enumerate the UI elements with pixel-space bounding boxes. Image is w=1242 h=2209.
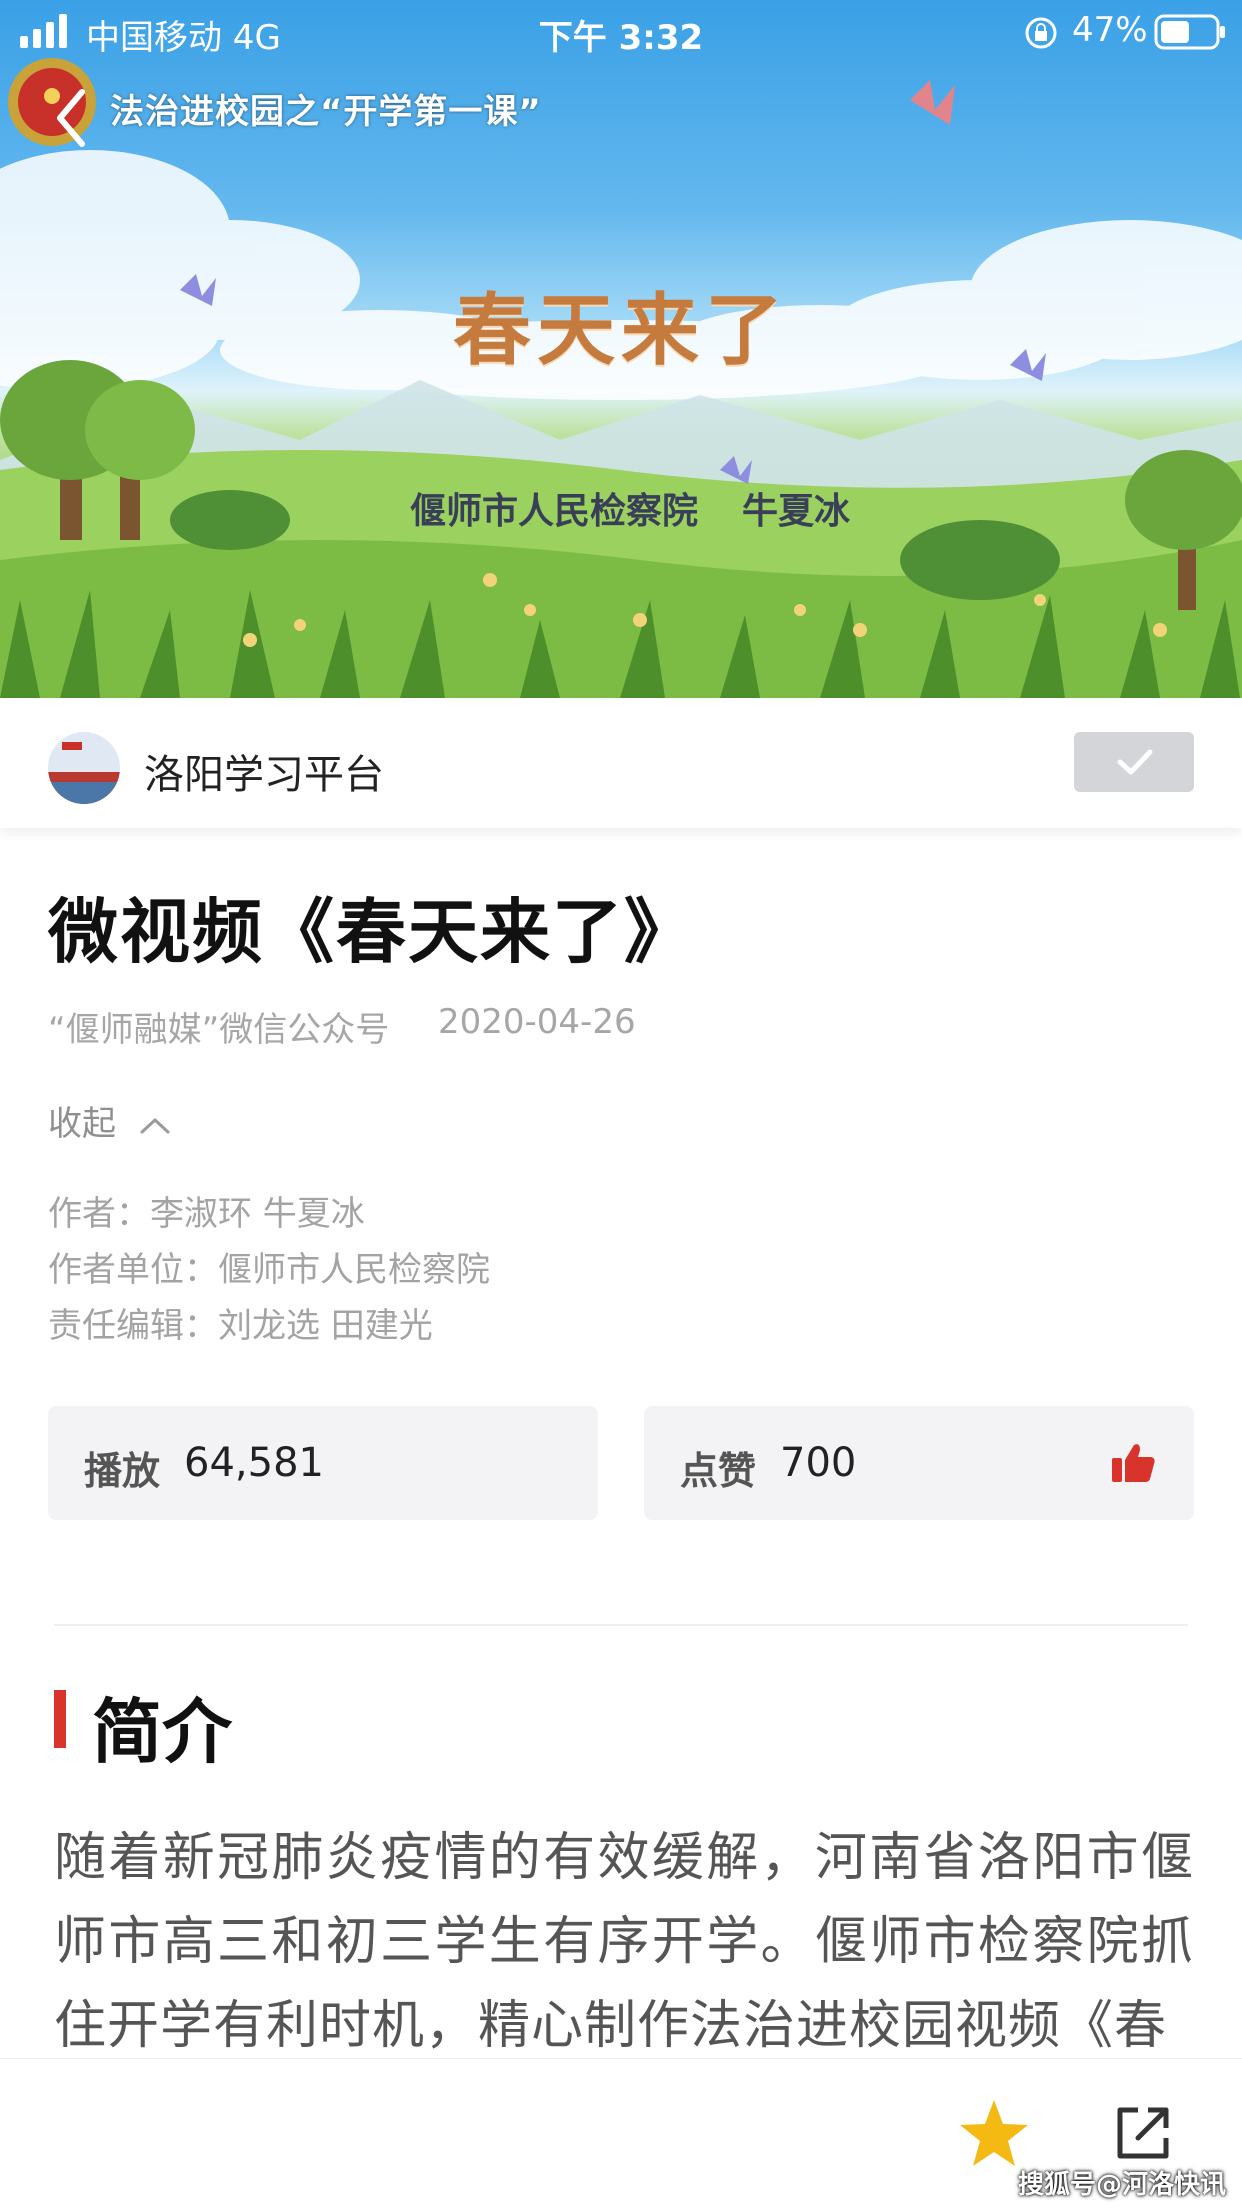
watermark: 搜狐号@河洛快讯 xyxy=(1018,2170,1227,2200)
article-title: 微视频《春天来了》 xyxy=(48,890,696,973)
video-header-title: 法治进校园之“开学第一课” xyxy=(110,92,542,132)
share-icon[interactable] xyxy=(1114,2104,1172,2162)
like-label: 点赞 xyxy=(680,1448,757,1493)
like-count: 700 xyxy=(780,1440,857,1486)
back-icon[interactable] xyxy=(52,86,88,150)
article-source[interactable]: “偃师融媒”微信公众号 xyxy=(48,1002,389,1051)
follow-button[interactable] xyxy=(1074,732,1194,792)
article-date: 2020-04-26 xyxy=(438,1002,636,1042)
rotation-lock-icon xyxy=(1025,17,1057,49)
channel-avatar[interactable] xyxy=(48,732,120,804)
like-box[interactable]: 点赞 700 xyxy=(644,1406,1194,1520)
battery-percent: 47% xyxy=(1072,10,1148,50)
check-icon xyxy=(1117,749,1153,775)
collapse-toggle[interactable]: 收起 xyxy=(48,1096,171,1145)
section-accent-bar xyxy=(54,1690,66,1748)
channel-logo-image xyxy=(48,732,120,804)
chevron-up-icon xyxy=(140,1118,170,1133)
play-count-box: 播放 64,581 xyxy=(48,1406,598,1520)
video-org: 偃师市人民检察院 xyxy=(410,491,699,532)
star-icon[interactable] xyxy=(958,2098,1030,2168)
channel-name[interactable]: 洛阳学习平台 xyxy=(144,742,384,800)
section-divider xyxy=(54,1624,1188,1626)
section-title: 简介 xyxy=(92,1690,232,1773)
credit-unit: 作者单位：偃师市人民检察院 xyxy=(48,1250,490,1290)
battery-icon xyxy=(1154,14,1225,50)
status-bar: 中国移动 4G 下午 3:32 47% xyxy=(0,0,1242,60)
intro-text: 随着新冠肺炎疫情的有效缓解，河南省洛阳市偃师市高三和初三学生有序开学。偃师市检察… xyxy=(54,1828,1194,2056)
collapse-label: 收起 xyxy=(48,1104,116,1144)
thumbs-up-icon[interactable] xyxy=(1110,1442,1156,1484)
credit-editor: 责任编辑：刘龙选 田建光 xyxy=(48,1306,433,1346)
video-person: 牛夏冰 xyxy=(742,491,851,532)
play-label: 播放 xyxy=(84,1448,161,1493)
video-main-title: 春天来了 xyxy=(452,285,789,376)
play-count: 64,581 xyxy=(184,1440,324,1486)
credit-author: 作者：李淑环 牛夏冰 xyxy=(48,1194,365,1234)
